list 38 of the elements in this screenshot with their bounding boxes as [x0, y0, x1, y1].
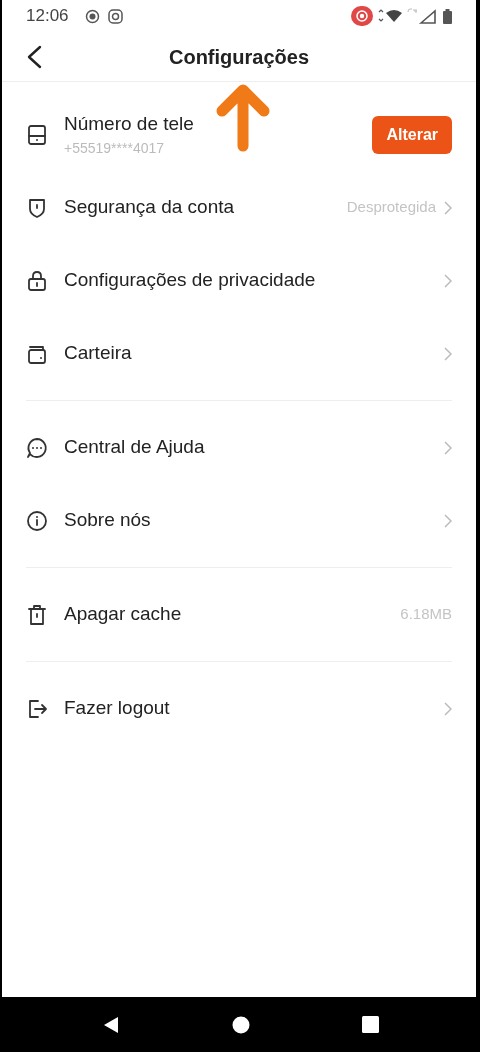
phone-number: +55519****4017 — [64, 139, 166, 159]
settings-row[interactable]: Segurança da conta Desprotegida — [2, 171, 476, 244]
status-time: 12:06 — [26, 5, 69, 28]
setting-label: Sobre nós — [64, 508, 152, 533]
arrow-icon — [216, 84, 270, 152]
setting-label: Número de tele — [64, 111, 195, 136]
signal-icon — [407, 8, 439, 24]
setting-label: Fazer logout — [64, 696, 171, 721]
lock-icon — [26, 269, 48, 292]
record-icon — [84, 8, 100, 24]
setting-value: 6.18MB — [400, 604, 452, 625]
logout-icon — [26, 697, 48, 720]
setting-label: Central de Ajuda — [64, 435, 206, 460]
trash-icon — [26, 603, 48, 626]
setting-label: Apagar cache — [64, 602, 183, 627]
settings-row[interactable]: Número de tele +55519****4017 Alterar — [2, 98, 476, 171]
setting-value: Desprotegida — [346, 197, 436, 218]
settings-row[interactable]: Carteira — [2, 317, 476, 390]
back-icon[interactable] — [26, 45, 42, 69]
change-button[interactable]: Alterar — [372, 115, 452, 154]
chat-icon — [26, 436, 48, 459]
setting-label: Segurança da conta — [64, 195, 236, 220]
settings-row[interactable]: Configurações de privacidade — [2, 244, 476, 317]
settings-row[interactable]: Fazer logout — [2, 672, 476, 745]
settings-row[interactable]: Sobre nós — [2, 484, 476, 557]
recents-icon[interactable] — [361, 1016, 379, 1033]
setting-label: Carteira — [64, 341, 133, 366]
recording-icon — [351, 6, 373, 26]
camera-icon — [107, 8, 123, 24]
home-icon[interactable] — [231, 1015, 250, 1034]
shield-icon — [26, 196, 48, 219]
settings-row[interactable]: Central de Ajuda — [2, 411, 476, 484]
setting-label: Configurações de privacidade — [64, 268, 317, 293]
settings-row[interactable]: Apagar cache 6.18MB — [2, 578, 476, 651]
battery-icon — [443, 8, 452, 24]
info-icon — [26, 509, 48, 532]
phone-icon — [26, 123, 48, 146]
page-title: Configurações — [169, 44, 309, 70]
